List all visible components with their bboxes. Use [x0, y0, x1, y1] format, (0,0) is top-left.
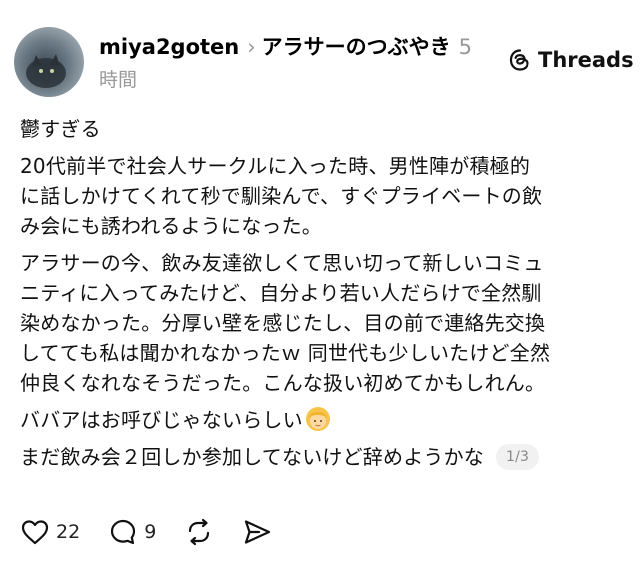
threads-brand[interactable]: Threads — [508, 44, 634, 76]
like-button[interactable]: 22 — [20, 517, 80, 547]
post-header: miya2goten › アラサーのつぶやき 5 時間 — [99, 30, 489, 93]
post-paragraph: アラサーの今、飲み友達欲しくて思い切って新しいコミュ ニティに入ってみたけど、自… — [20, 251, 551, 395]
post-paragraph-with-emoji: ババアはお呼びじゃないらしい — [20, 405, 630, 435]
reply-button[interactable]: 9 — [108, 517, 156, 547]
action-bar: 22 9 — [20, 514, 300, 550]
post-paragraph: 20代前半で社会人サークルに入った時、男性陣が積極的 に話しかけてくれて秒で馴染… — [20, 154, 543, 238]
post-last-line-row: まだ飲み会２回しか参加してないけど辞めようかな 1/3 — [20, 442, 630, 472]
like-count: 22 — [56, 521, 81, 543]
send-icon — [245, 520, 271, 544]
topic-tag[interactable]: アラサーのつぶやき — [262, 35, 451, 59]
chevron-right-icon: › — [247, 35, 256, 59]
repost-icon — [189, 518, 210, 546]
timestamp-unit: 時間 — [99, 69, 138, 91]
post-paragraph: ババアはお呼びじゃないらしい — [20, 408, 303, 432]
post-paragraph: まだ飲み会２回しか参加してないけど辞めようかな — [20, 445, 484, 469]
share-button[interactable] — [242, 517, 272, 547]
repost-button[interactable] — [184, 517, 214, 547]
reply-count: 9 — [144, 521, 157, 543]
timestamp-number: 5 — [458, 35, 473, 59]
avatar[interactable] — [14, 27, 84, 97]
post-header-line: miya2goten › アラサーのつぶやき 5 — [99, 30, 489, 64]
woman-blond-icon — [305, 407, 330, 431]
username[interactable]: miya2goten — [99, 35, 239, 59]
comment-icon — [111, 519, 136, 545]
heart-icon — [21, 520, 49, 545]
page-indicator-badge: 1/3 — [496, 444, 540, 470]
threads-logo-icon — [509, 49, 529, 71]
brand-name: Threads — [538, 48, 634, 72]
threads-post-card: miya2goten › アラサーのつぶやき 5 時間 Threads 鬱すぎる 20… — [0, 0, 640, 563]
post-body: 鬱すぎる 20代前半で社会人サークルに入った時、男性陣が積極的 に話しかけてくれ… — [20, 114, 630, 472]
cat-photo-icon — [26, 54, 66, 88]
post-paragraph: 鬱すぎる — [20, 117, 101, 141]
